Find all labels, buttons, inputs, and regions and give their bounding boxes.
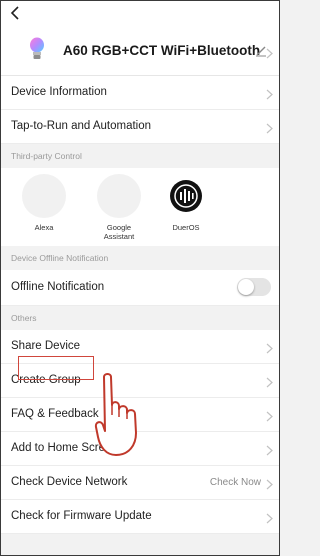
dueros-icon — [164, 174, 208, 218]
section-offline-notification: Device Offline Notification — [1, 246, 279, 270]
chevron-right-icon — [266, 477, 273, 495]
row-label: Tap-to-Run and Automation — [11, 120, 152, 132]
row-create-group[interactable]: Create Group — [1, 364, 279, 398]
row-label: Share Device — [11, 340, 81, 352]
google-assistant-icon — [97, 174, 141, 218]
section-others: Others — [1, 306, 279, 330]
row-faq-feedback[interactable]: FAQ & Feedback — [1, 398, 279, 432]
row-check-device-network[interactable]: Check Device Network Check Now — [1, 466, 279, 500]
row-offline-notification: Offline Notification — [1, 270, 279, 306]
dueros-button[interactable]: DuerOS — [156, 174, 216, 232]
chevron-right-icon — [266, 341, 273, 359]
section-title: Third-party Control — [11, 151, 82, 161]
light-bulb-icon — [29, 37, 45, 63]
row-tap-to-run[interactable]: Tap-to-Run and Automation — [1, 110, 279, 144]
row-label: Check for Firmware Update — [11, 510, 152, 522]
row-label: Device Information — [11, 86, 107, 98]
row-label: FAQ & Feedback — [11, 408, 99, 420]
section-title: Device Offline Notification — [11, 253, 109, 263]
chevron-right-icon — [266, 87, 273, 105]
row-label: Check Device Network — [11, 476, 128, 488]
row-add-to-home-screen[interactable]: Add to Home Screen — [1, 432, 279, 466]
section-title: Others — [11, 313, 37, 323]
row-label: Add to Home Screen — [11, 442, 118, 454]
chevron-right-icon — [266, 375, 273, 393]
chevron-right-icon — [266, 443, 273, 461]
row-label: Offline Notification — [11, 281, 105, 293]
row-share-device[interactable]: Share Device — [1, 330, 279, 364]
row-label: Create Group — [11, 374, 81, 386]
row-device-information[interactable]: Device Information — [1, 76, 279, 110]
chevron-right-icon — [266, 121, 273, 139]
offline-notification-toggle[interactable] — [237, 278, 271, 296]
check-now-link[interactable]: Check Now — [210, 477, 261, 488]
tp-label: Alexa — [34, 223, 54, 232]
section-third-party: Third-party Control — [1, 144, 279, 168]
tp-label: Google Assistant — [103, 223, 135, 241]
chevron-right-icon — [266, 46, 273, 59]
google-assistant-button[interactable]: Google Assistant — [89, 174, 149, 241]
chevron-right-icon — [266, 511, 273, 529]
alexa-button[interactable]: Alexa — [14, 174, 74, 232]
device-settings-screen: A60 RGB+CCT WiFi+Bluetooth Device Inform… — [0, 0, 280, 556]
chevron-right-icon — [266, 409, 273, 427]
device-name: A60 RGB+CCT WiFi+Bluetooth — [63, 43, 261, 58]
back-arrow-icon[interactable] — [9, 4, 23, 22]
toggle-knob — [238, 279, 254, 295]
tp-label: DuerOS — [172, 223, 200, 232]
third-party-control-panel: Alexa Google Assistant DuerOS — [1, 168, 279, 246]
device-header[interactable]: A60 RGB+CCT WiFi+Bluetooth — [1, 27, 279, 76]
top-bar — [1, 1, 279, 27]
row-firmware-update[interactable]: Check for Firmware Update — [1, 500, 279, 534]
alexa-icon — [22, 174, 66, 218]
